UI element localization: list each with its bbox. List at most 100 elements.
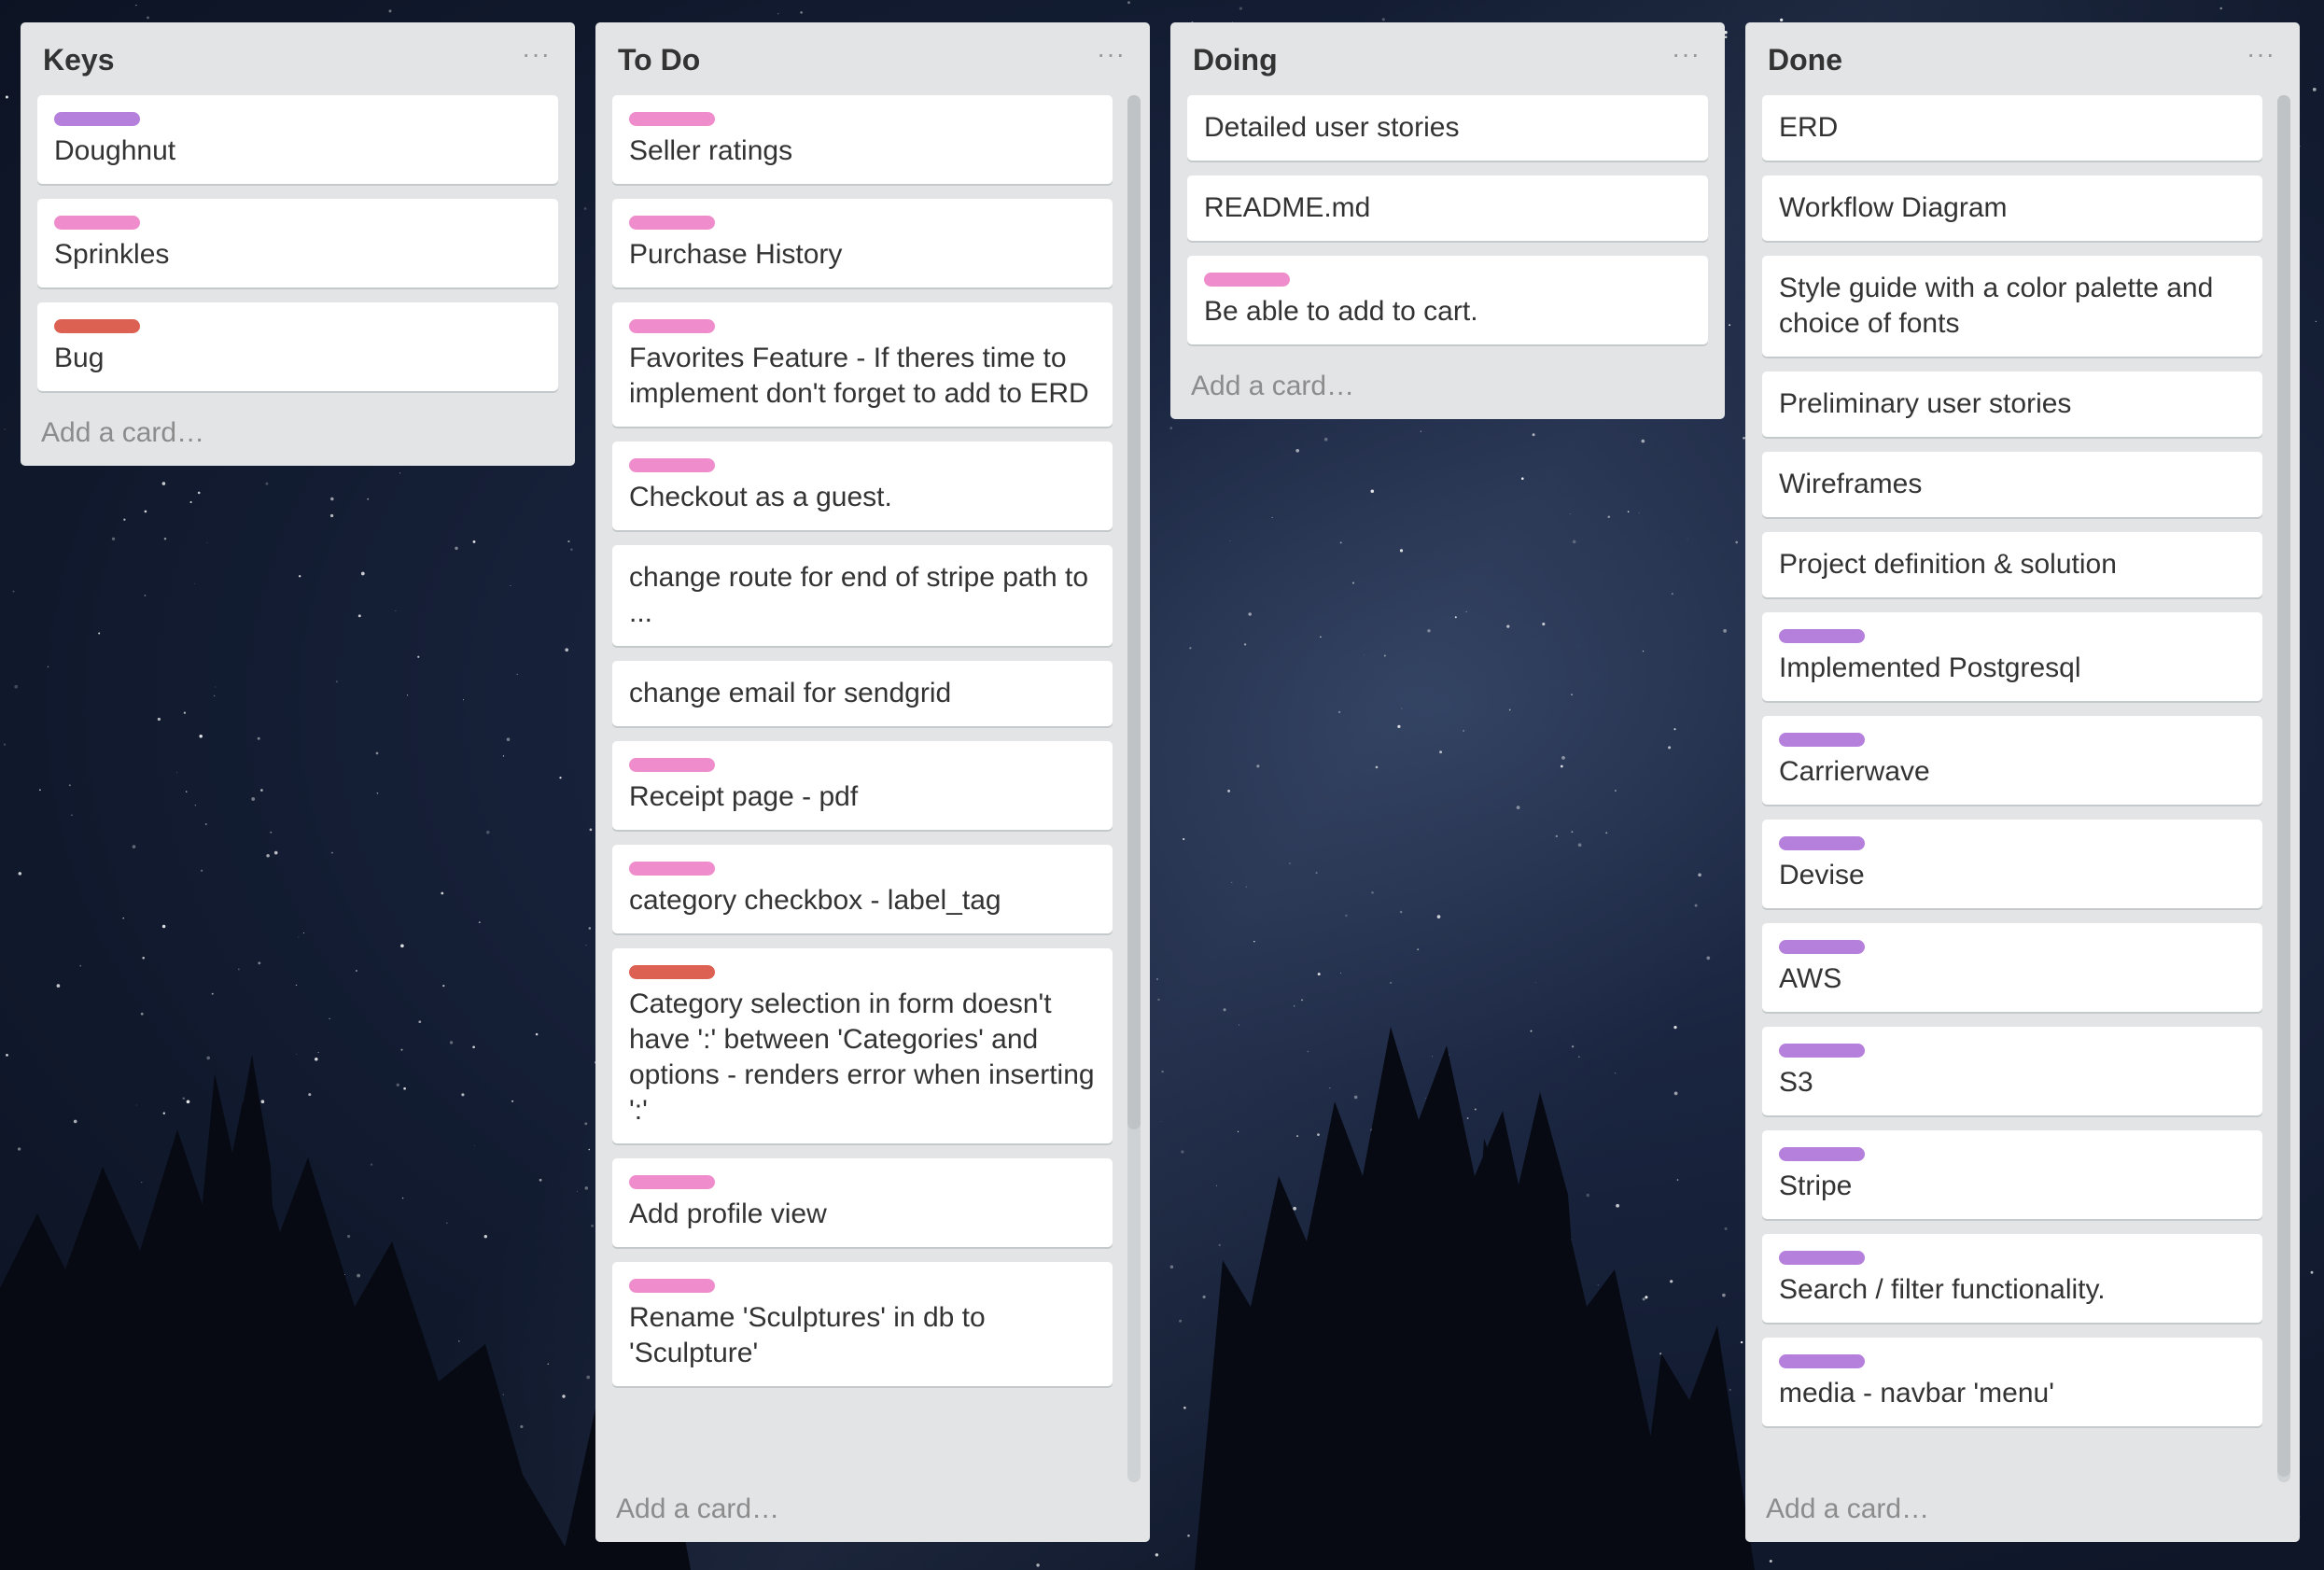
list-title[interactable]: Doing [1193, 43, 1278, 77]
list-header: Keys ··· [21, 22, 575, 95]
card-title: Checkout as a guest. [629, 482, 892, 512]
card-title: Bug [54, 343, 105, 373]
card[interactable]: Checkout as a guest. [612, 442, 1113, 530]
card-title: Sprinkles [54, 239, 170, 270]
card[interactable]: Carrierwave [1762, 716, 2262, 805]
card[interactable]: Seller ratings [612, 95, 1113, 184]
card-list: Doughnut Sprinkles Bug [21, 95, 575, 391]
card[interactable]: S3 [1762, 1027, 2262, 1115]
scrollbar[interactable] [2277, 95, 2290, 1482]
card-label-purple [54, 112, 140, 126]
card-title: change route for end of stripe path to .… [629, 562, 1088, 628]
card[interactable]: Wireframes [1762, 452, 2262, 517]
card-title: README.md [1204, 192, 1371, 223]
card[interactable]: ERD [1762, 95, 2262, 161]
card-label-purple [1779, 733, 1865, 747]
card-title: AWS [1779, 963, 1842, 994]
card-list: ERD Workflow Diagram Style guide with a co… [1745, 95, 2300, 1482]
card-label-pink [629, 319, 715, 333]
list-title[interactable]: Done [1768, 43, 1842, 77]
add-card-button[interactable]: Add a card… [21, 406, 575, 466]
card[interactable]: Preliminary user stories [1762, 371, 2262, 437]
card-label-purple [1779, 1251, 1865, 1265]
card[interactable]: Favorites Feature - If theres time to im… [612, 302, 1113, 427]
card[interactable]: Workflow Diagram [1762, 175, 2262, 241]
card-title: Seller ratings [629, 135, 793, 166]
list-to-do: To Do ··· Seller ratings Purchase History Fa… [595, 22, 1150, 1542]
scrollbar[interactable] [1127, 95, 1141, 1482]
add-card-button[interactable]: Add a card… [1745, 1482, 2300, 1542]
card[interactable]: Devise [1762, 820, 2262, 908]
list-menu-icon[interactable]: ··· [2247, 39, 2275, 69]
card-title: Workflow Diagram [1779, 192, 2008, 223]
card[interactable]: Rename 'Sculptures' in db to 'Sculpture' [612, 1262, 1113, 1386]
card[interactable]: README.md [1187, 175, 1708, 241]
card[interactable]: Purchase History [612, 199, 1113, 287]
card-title: Carrierwave [1779, 756, 1930, 787]
card[interactable]: Be able to add to cart. [1187, 256, 1708, 344]
card[interactable]: Project definition & solution [1762, 532, 2262, 597]
card-title: Rename 'Sculptures' in db to 'Sculpture' [629, 1302, 986, 1368]
card-label-purple [1779, 629, 1865, 643]
card-title: Detailed user stories [1204, 112, 1460, 143]
list-title[interactable]: Keys [43, 43, 115, 77]
card[interactable]: Sprinkles [37, 199, 558, 287]
card[interactable]: Bug [37, 302, 558, 391]
card[interactable]: Implemented Postgresql [1762, 612, 2262, 701]
card-label-pink [1204, 273, 1290, 287]
card-list: Seller ratings Purchase History Favorites … [595, 95, 1150, 1482]
card-label-purple [1779, 1354, 1865, 1368]
card[interactable]: Add profile view [612, 1158, 1113, 1247]
card-title: Devise [1779, 860, 1865, 890]
card-title: Wireframes [1779, 469, 1923, 499]
card[interactable]: Detailed user stories [1187, 95, 1708, 161]
card-label-purple [1779, 940, 1865, 954]
card-label-red [54, 319, 140, 333]
scrollbar-thumb[interactable] [2277, 95, 2290, 1477]
list-title[interactable]: To Do [618, 43, 700, 77]
card[interactable]: Stripe [1762, 1130, 2262, 1219]
list-keys: Keys ··· Doughnut Sprinkles Bug Add a card… [21, 22, 575, 466]
card[interactable]: change email for sendgrid [612, 661, 1113, 726]
card-title: Project definition & solution [1779, 549, 2117, 580]
card-title: Implemented Postgresql [1779, 652, 2081, 683]
card-label-pink [629, 216, 715, 230]
card-label-purple [1779, 836, 1865, 850]
card-title: Receipt page - pdf [629, 781, 859, 812]
card-title: Stripe [1779, 1170, 1853, 1201]
card[interactable]: change route for end of stripe path to .… [612, 545, 1113, 646]
card-title: S3 [1779, 1067, 1813, 1098]
card[interactable]: Category selection in form doesn't have … [612, 948, 1113, 1143]
card[interactable]: AWS [1762, 923, 2262, 1012]
card-title: media - navbar 'menu' [1779, 1378, 2054, 1409]
list-menu-icon[interactable]: ··· [1672, 39, 1701, 69]
add-card-button[interactable]: Add a card… [595, 1482, 1150, 1542]
scrollbar-thumb[interactable] [1127, 95, 1141, 1129]
card-label-pink [629, 1175, 715, 1189]
card[interactable]: Doughnut [37, 95, 558, 184]
card-label-red [629, 965, 715, 979]
card-label-pink [629, 112, 715, 126]
card-label-pink [629, 862, 715, 876]
list-done: Done ··· ERD Workflow Diagram Style guide wi… [1745, 22, 2300, 1542]
card-list: Detailed user stories README.md Be able to… [1170, 95, 1725, 344]
card-label-purple [1779, 1147, 1865, 1161]
card-label-purple [1779, 1044, 1865, 1058]
card-label-pink [54, 216, 140, 230]
card-title: Preliminary user stories [1779, 388, 2072, 419]
list-header: To Do ··· [595, 22, 1150, 95]
card[interactable]: media - navbar 'menu' [1762, 1338, 2262, 1426]
card-title: Favorites Feature - If theres time to im… [629, 343, 1089, 409]
card[interactable]: Style guide with a color palette and cho… [1762, 256, 2262, 357]
card[interactable]: Receipt page - pdf [612, 741, 1113, 830]
add-card-button[interactable]: Add a card… [1170, 359, 1725, 419]
card-label-pink [629, 758, 715, 772]
card-title: Doughnut [54, 135, 176, 166]
card-title: Category selection in form doesn't have … [629, 988, 1095, 1126]
card[interactable]: Search / filter functionality. [1762, 1234, 2262, 1323]
card-title: Add profile view [629, 1199, 827, 1229]
list-menu-icon[interactable]: ··· [522, 39, 551, 69]
card[interactable]: category checkbox - label_tag [612, 845, 1113, 933]
list-menu-icon[interactable]: ··· [1097, 39, 1126, 69]
list-doing: Doing ··· Detailed user stories README.md Be… [1170, 22, 1725, 419]
